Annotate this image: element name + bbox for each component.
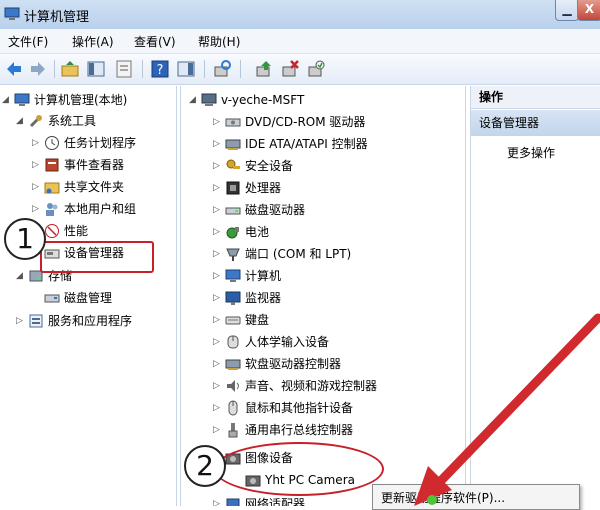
annotation-arrow-icon	[414, 313, 600, 506]
